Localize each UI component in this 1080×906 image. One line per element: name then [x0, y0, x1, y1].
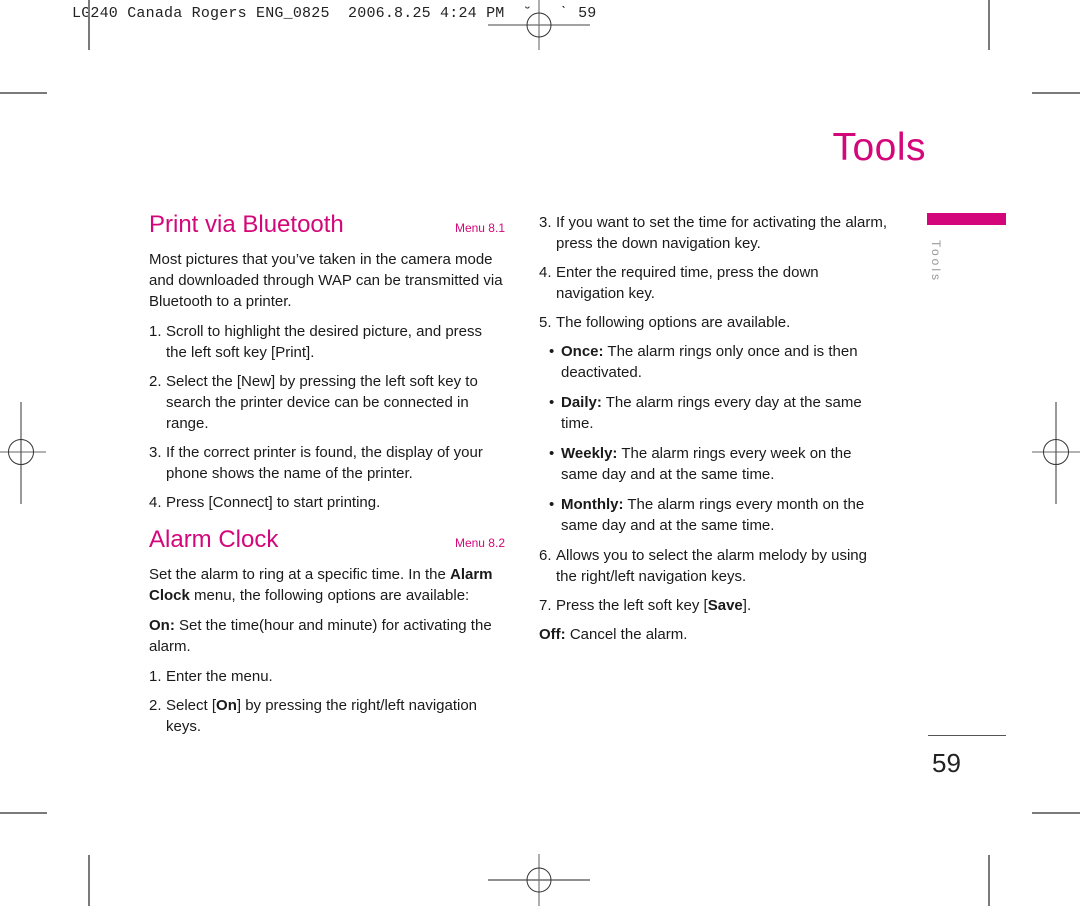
- step-number: 2.: [149, 373, 162, 390]
- crop-mark: [988, 0, 990, 50]
- bullet-icon: •: [549, 343, 555, 360]
- page-number-rule: [928, 735, 1006, 736]
- intro-text: menu, the following options are availabl…: [189, 587, 470, 604]
- menu-reference: Menu 8.2: [454, 536, 505, 550]
- list-item: 6. Allows you to select the alarm melody…: [539, 545, 891, 587]
- list-item: 4. Enter the required time, press the do…: [539, 262, 891, 304]
- step-number: 3.: [149, 444, 162, 461]
- step-text: Allows you to select the alarm melody by…: [556, 547, 867, 585]
- crop-mark: [88, 855, 90, 906]
- step-text: Scroll to highlight the desired picture,…: [166, 323, 483, 361]
- page-number: 59: [932, 748, 961, 778]
- option-text: Daily: The alarm rings every day at the …: [561, 392, 891, 434]
- crop-mark: [1032, 92, 1080, 94]
- section-intro: Most pictures that you’ve taken in the c…: [149, 251, 503, 310]
- crop-mark: [0, 812, 47, 814]
- step-text-bold: Save: [707, 597, 743, 614]
- list-item: 3. If you want to set the time for activ…: [539, 212, 891, 254]
- step-number: 1.: [149, 323, 162, 340]
- crop-mark: [1032, 812, 1080, 814]
- crop-mark: [0, 92, 47, 94]
- chapter-tab-label: Tools: [929, 240, 943, 284]
- list-item: 1. Enter the menu.: [149, 666, 505, 687]
- section-title: Alarm Clock: [149, 526, 279, 553]
- chapter-title: Tools: [832, 126, 926, 169]
- list-item: 2. Select the [New] by pressing the left…: [149, 371, 505, 434]
- list-item: 2. Select [On] by pressing the right/lef…: [149, 695, 505, 737]
- off-option: Off: Cancel the alarm.: [539, 624, 891, 645]
- step-number: 3.: [539, 214, 552, 231]
- option-label: Daily:: [561, 394, 602, 411]
- right-column: 3. If you want to set the time for activ…: [539, 212, 891, 654]
- option-text: Weekly: The alarm rings every week on th…: [561, 443, 891, 485]
- off-label: Off:: [539, 626, 566, 643]
- section-header-alarm-clock: Alarm Clock Menu 8.2: [149, 525, 505, 555]
- crop-mark: [988, 855, 990, 906]
- option-text: Monthly: The alarm rings every month on …: [561, 494, 891, 536]
- step-number: 7.: [539, 597, 552, 614]
- list-item: 7. Press the left soft key [Save].: [539, 595, 891, 616]
- step-text: If you want to set the time for activati…: [556, 214, 887, 252]
- option-text: Once: The alarm rings only once and is t…: [561, 341, 891, 383]
- step-text: Select the [New] by pressing the left so…: [166, 373, 478, 432]
- registration-mark-bottom: [488, 854, 590, 906]
- step-text: If the correct printer is found, the dis…: [166, 444, 483, 482]
- left-column: Print via Bluetooth Menu 8.1 Most pictur…: [149, 210, 505, 745]
- step-text: Select [On] by pressing the right/left n…: [166, 695, 505, 737]
- bullet-icon: •: [549, 496, 555, 513]
- option-item-once: • Once: The alarm rings only once and is…: [549, 341, 891, 383]
- step-text: Press [Connect] to start printing.: [166, 494, 381, 511]
- registration-mark-right: [1032, 402, 1080, 504]
- option-item-daily: • Daily: The alarm rings every day at th…: [549, 392, 891, 434]
- registration-mark-left: [0, 402, 46, 504]
- step-text: Enter the required time, press the down …: [556, 264, 819, 302]
- option-item-monthly: • Monthly: The alarm rings every month o…: [549, 494, 891, 536]
- list-item: 4. Press [Connect] to start printing.: [149, 492, 505, 513]
- option-label: Weekly:: [561, 445, 618, 462]
- registration-mark-top: [488, 0, 590, 50]
- section-intro: Set the alarm to ring at a specific time…: [149, 564, 505, 606]
- step-text: Press the left soft key [Save].: [556, 595, 891, 616]
- intro-text: Set the alarm to ring at a specific time…: [149, 566, 450, 583]
- bullet-icon: •: [549, 394, 555, 411]
- section-title: Print via Bluetooth: [149, 211, 344, 238]
- step-number: 5.: [539, 314, 552, 331]
- on-text: Set the time(hour and minute) for activa…: [149, 617, 492, 655]
- on-label: On:: [149, 617, 175, 634]
- step-text-part: Press the left soft key [: [556, 597, 708, 614]
- step-number: 4.: [149, 494, 162, 511]
- step-text-bold: On: [216, 697, 237, 714]
- option-label: Monthly:: [561, 496, 624, 513]
- option-desc: The alarm rings every day at the same ti…: [561, 394, 862, 432]
- list-item: 3. If the correct printer is found, the …: [149, 442, 505, 484]
- list-item: 1. Scroll to highlight the desired pictu…: [149, 321, 505, 363]
- intro-bold: Alarm: [449, 566, 493, 583]
- off-text: Cancel the alarm.: [565, 626, 688, 643]
- step-text-part: Select [: [166, 697, 217, 714]
- list-item: 5. The following options are available.: [539, 312, 891, 333]
- step-number: 2.: [149, 697, 162, 714]
- step-text: The following options are available.: [556, 314, 791, 331]
- option-label: Once:: [561, 343, 604, 360]
- step-text: Enter the menu.: [166, 668, 273, 685]
- step-number: 1.: [149, 668, 162, 685]
- crop-mark: [88, 0, 90, 50]
- step-number: 6.: [539, 547, 552, 564]
- option-item-weekly: • Weekly: The alarm rings every week on …: [549, 443, 891, 485]
- step-number: 4.: [539, 264, 552, 281]
- chapter-tab-bar: [927, 213, 1006, 225]
- section-header-print-bluetooth: Print via Bluetooth Menu 8.1: [149, 210, 505, 240]
- bullet-icon: •: [549, 445, 555, 462]
- on-option: On: Set the time(hour and minute) for ac…: [149, 615, 505, 657]
- option-desc: The alarm rings only once and is then de…: [561, 343, 858, 381]
- menu-reference: Menu 8.1: [454, 221, 505, 235]
- step-text-part: ].: [742, 597, 752, 614]
- intro-bold: Clock: [149, 587, 190, 604]
